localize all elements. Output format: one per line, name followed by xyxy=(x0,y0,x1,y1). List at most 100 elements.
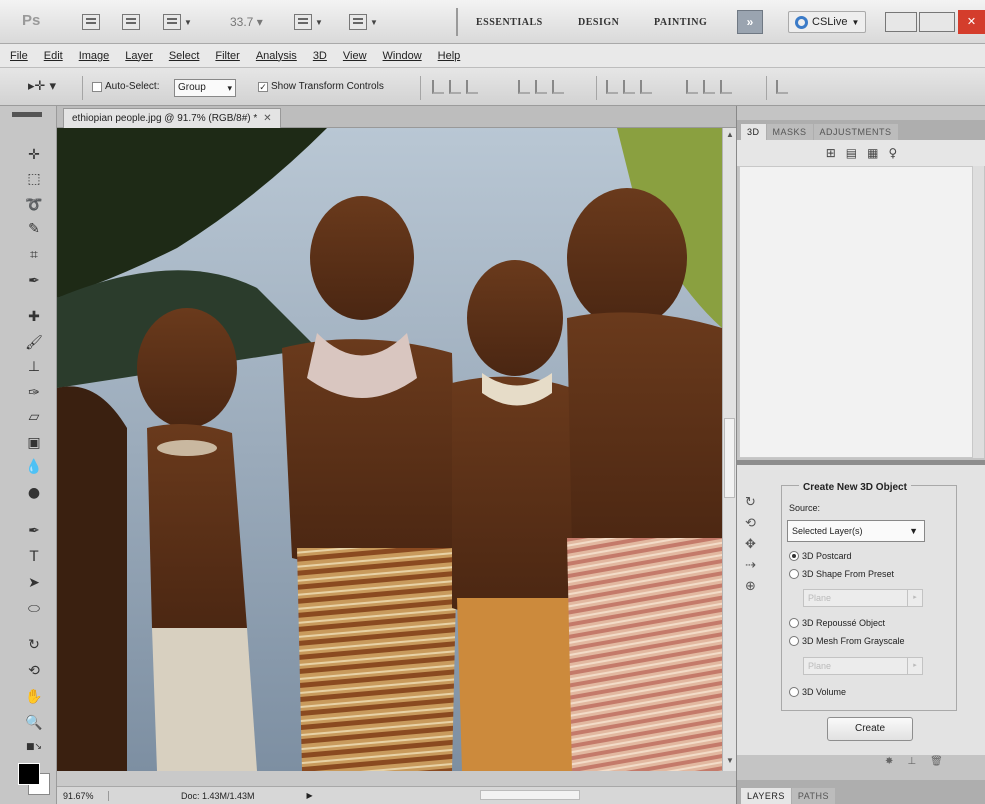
zoom-tool-icon[interactable]: 🔍 xyxy=(22,712,46,734)
quick-selection-tool-icon[interactable]: ✎ xyxy=(22,218,46,240)
option-3d-volume[interactable]: 3D Volume xyxy=(789,687,846,697)
blur-tool-icon[interactable]: 💧 xyxy=(22,456,46,478)
menu-image[interactable]: Image xyxy=(71,50,118,62)
materials-icon[interactable]: ▦ xyxy=(867,146,878,160)
menu-view[interactable]: View xyxy=(335,50,375,62)
radio-off[interactable] xyxy=(789,618,799,628)
menu-help[interactable]: Help xyxy=(430,50,469,62)
option-3d-postcard[interactable]: 3D Postcard xyxy=(789,551,852,561)
close-button[interactable]: ✕ xyxy=(958,10,985,34)
panel-scrollbar[interactable] xyxy=(973,166,984,458)
3d-pan-camera-icon[interactable]: ✥ xyxy=(745,537,756,552)
lights-icon[interactable]: ♀ xyxy=(888,146,897,160)
history-brush-tool-icon[interactable]: ✑ xyxy=(22,382,46,404)
lasso-tool-icon[interactable]: ➰ xyxy=(22,194,46,216)
tab-adjustments[interactable]: ADJUSTMENTS xyxy=(813,124,898,140)
auto-align-button[interactable] xyxy=(776,80,788,94)
show-transform-box[interactable] xyxy=(258,81,268,92)
distribute-horizontal-buttons[interactable] xyxy=(686,80,732,94)
3d-rotate-camera-icon[interactable]: ↻ xyxy=(745,495,756,510)
menu-analysis[interactable]: Analysis xyxy=(248,50,305,62)
render-icon[interactable]: ✸ xyxy=(885,756,893,767)
launch-mini-bridge-icon[interactable] xyxy=(122,11,140,33)
auto-select-box[interactable] xyxy=(92,81,102,92)
workspace-essentials[interactable]: ESSENTIALS xyxy=(476,17,543,28)
3d-roll-camera-icon[interactable]: ⟲ xyxy=(745,516,756,531)
auto-select-checkbox[interactable]: Auto-Select: xyxy=(92,81,159,92)
tab-3d[interactable]: 3D xyxy=(741,124,766,140)
crop-tool-icon[interactable]: ⌗ xyxy=(22,244,46,266)
align-horizontal-buttons[interactable] xyxy=(518,80,564,94)
scroll-up-icon[interactable]: ▲ xyxy=(725,130,735,139)
dodge-tool-icon[interactable]: ● xyxy=(22,482,46,504)
tab-masks[interactable]: MASKS xyxy=(766,124,813,140)
cslive-button[interactable]: CSLive ▼ xyxy=(788,11,867,33)
clone-stamp-tool-icon[interactable]: ⊥ xyxy=(22,356,46,378)
3d-walk-camera-icon[interactable]: ⇢ xyxy=(745,558,756,573)
scroll-down-icon[interactable]: ▼ xyxy=(725,756,735,765)
menu-file[interactable]: File xyxy=(2,50,36,62)
maximize-button[interactable] xyxy=(919,12,955,32)
menu-select[interactable]: Select xyxy=(161,50,208,62)
radio-off[interactable] xyxy=(789,687,799,697)
auto-select-dropdown[interactable]: Group xyxy=(174,79,236,97)
source-dropdown[interactable]: Selected Layer(s) xyxy=(787,520,925,542)
new-light-icon[interactable]: ⊥ xyxy=(907,756,916,767)
document-tab[interactable]: ethiopian people.jpg @ 91.7% (RGB/8#) * … xyxy=(63,108,281,128)
radio-off[interactable] xyxy=(789,569,799,579)
create-button[interactable]: Create xyxy=(827,717,913,741)
healing-brush-tool-icon[interactable]: ✚ xyxy=(22,306,46,328)
menu-layer[interactable]: Layer xyxy=(117,50,161,62)
show-transform-checkbox[interactable]: Show Transform Controls xyxy=(258,81,384,92)
eraser-tool-icon[interactable]: ▱ xyxy=(22,406,46,428)
minimize-button[interactable] xyxy=(885,12,917,32)
radio-off[interactable] xyxy=(789,636,799,646)
3d-orbit-tool-icon[interactable]: ⟲ xyxy=(22,660,46,682)
3d-rotate-tool-icon[interactable]: ↻ xyxy=(22,634,46,656)
foreground-color-swatch[interactable] xyxy=(18,763,40,785)
radio-on[interactable] xyxy=(789,551,799,561)
swap-colors-icon[interactable]: ■↘ xyxy=(22,736,46,758)
document-canvas[interactable] xyxy=(57,128,722,771)
horizontal-scroll-thumb[interactable] xyxy=(480,790,580,800)
eyedropper-tool-icon[interactable]: ✒ xyxy=(22,270,46,292)
gradient-tool-icon[interactable]: ▣ xyxy=(22,432,46,454)
scroll-thumb[interactable] xyxy=(724,418,735,498)
pen-tool-icon[interactable]: ✒ xyxy=(22,520,46,542)
workspace-painting[interactable]: PAINTING xyxy=(654,17,707,28)
hand-tool-icon[interactable]: ✋ xyxy=(22,686,46,708)
menu-filter[interactable]: Filter xyxy=(207,50,247,62)
menu-window[interactable]: Window xyxy=(375,50,430,62)
marquee-tool-icon[interactable]: ⬚ xyxy=(22,168,46,190)
close-tab-icon[interactable]: ✕ xyxy=(263,110,271,128)
panel-grip[interactable] xyxy=(12,112,42,117)
view-extras-icon[interactable]: ▼ xyxy=(163,11,192,33)
shape-tool-icon[interactable]: ⬭ xyxy=(22,598,46,620)
status-zoom[interactable]: 91.67% xyxy=(57,790,109,801)
align-buttons[interactable] xyxy=(432,80,478,94)
arrange-documents-icon[interactable]: ▼ xyxy=(294,11,323,33)
more-workspaces-button[interactable]: » xyxy=(737,10,763,34)
tab-layers[interactable]: LAYERS xyxy=(741,788,791,804)
tab-paths[interactable]: PATHS xyxy=(791,788,836,804)
move-tool-icon[interactable]: ✛ xyxy=(22,144,46,166)
type-tool-icon[interactable]: T xyxy=(22,546,46,568)
brush-tool-icon[interactable]: 🖌 xyxy=(22,332,46,354)
vertical-scrollbar[interactable]: ▲ ▼ xyxy=(722,128,736,771)
path-selection-tool-icon[interactable]: ➤ xyxy=(22,572,46,594)
meshes-icon[interactable]: ▤ xyxy=(846,146,857,160)
whole-scene-icon[interactable]: ⊞ xyxy=(826,146,836,160)
option-3d-shape-preset[interactable]: 3D Shape From Preset xyxy=(789,569,894,579)
screen-mode-icon[interactable]: ▼ xyxy=(349,11,378,33)
zoom-level-field[interactable]: 33.7 ▾ xyxy=(230,15,263,29)
menu-3d[interactable]: 3D xyxy=(305,50,335,62)
launch-bridge-icon[interactable] xyxy=(82,11,100,33)
delete-icon[interactable]: 🗑 xyxy=(930,756,943,767)
status-menu-icon[interactable]: ▶ xyxy=(307,791,313,800)
option-3d-mesh-grayscale[interactable]: 3D Mesh From Grayscale xyxy=(789,636,905,646)
workspace-design[interactable]: DESIGN xyxy=(578,17,619,28)
move-tool-preset-icon[interactable]: ▸✛ ▾ xyxy=(28,79,56,94)
option-3d-repousse[interactable]: 3D Repoussé Object xyxy=(789,618,885,628)
3d-zoom-camera-icon[interactable]: ⊕ xyxy=(745,579,756,594)
menu-edit[interactable]: Edit xyxy=(36,50,71,62)
